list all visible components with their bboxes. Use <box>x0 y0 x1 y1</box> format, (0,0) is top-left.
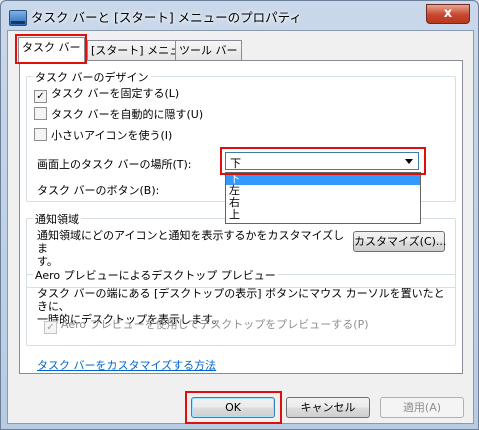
chevron-down-icon <box>405 159 413 164</box>
notification-group-title: 通知領域 <box>33 211 81 227</box>
notification-description: 通知領域にどのアイコンと通知を表示するかをカスタマイズしま す。 <box>37 229 345 268</box>
location-option[interactable]: 下 <box>226 173 420 185</box>
ok-button[interactable]: OK <box>191 397 275 418</box>
small-icons-checkbox[interactable]: 小さいアイコンを使う(I) <box>34 128 172 142</box>
lock-taskbar-label: タスク バーを固定する(L) <box>51 87 180 100</box>
tab-taskbar-label: タスク バー <box>22 41 81 54</box>
location-option[interactable]: 左 <box>226 185 420 197</box>
close-icon: x <box>443 6 453 21</box>
customize-taskbar-help-link[interactable]: タスク バーをカスタマイズする方法 <box>37 357 216 373</box>
location-label: 画面上のタスク バーの場所(T): <box>37 158 192 171</box>
tab-toolbars-label: ツール バー <box>179 44 238 57</box>
dialog-client: タスク バー [スタート] メニュー ツール バー タスク バーのデザイン ✓ タ… <box>7 30 474 424</box>
tab-taskbar[interactable]: タスク バー <box>18 37 85 62</box>
location-select-value: 下 <box>230 157 241 170</box>
customize-notifications-button[interactable]: カスタマイズ(C)... <box>353 231 446 252</box>
properties-window: タスク バーと [スタート] メニューのプロパティ x タスク バー [スタート… <box>0 0 479 430</box>
autohide-label: タスク バーを自動的に隠す(U) <box>51 108 204 121</box>
location-option[interactable]: 右 <box>226 197 420 209</box>
taskbar-app-icon <box>9 10 27 26</box>
aero-peek-checkbox[interactable]: ✓ Aero プレビューを使用してデスクトップをプレビューする(P) <box>44 318 369 334</box>
lock-taskbar-checkbox[interactable]: ✓ タスク バーを固定する(L) <box>34 87 180 103</box>
title-bar[interactable]: タスク バーと [スタート] メニューのプロパティ x <box>1 1 478 31</box>
buttons-label: タスク バーのボタン(B): <box>37 184 160 197</box>
location-select[interactable]: 下 <box>225 152 419 170</box>
location-dropdown-list: 下 左 右 上 <box>225 172 421 224</box>
aero-peek-check-icon: ✓ <box>44 321 57 334</box>
lock-taskbar-check-icon: ✓ <box>34 90 47 103</box>
location-option[interactable]: 上 <box>226 209 420 221</box>
aero-peek-label: Aero プレビューを使用してデスクトップをプレビューする(P) <box>61 318 369 331</box>
appearance-group-title: タスク バーのデザイン <box>33 69 151 85</box>
tab-panel: タスク バーのデザイン ✓ タスク バーを固定する(L) タスク バーを自動的に隠… <box>19 60 463 374</box>
window-title: タスク バーと [スタート] メニューのプロパティ <box>31 10 302 25</box>
cancel-button[interactable]: キャンセル <box>286 397 370 418</box>
small-icons-label: 小さいアイコンを使う(I) <box>51 129 173 142</box>
tab-toolbars[interactable]: ツール バー <box>175 40 242 61</box>
autohide-checkbox[interactable]: タスク バーを自動的に隠す(U) <box>34 107 203 121</box>
apply-button[interactable]: 適用(A) <box>380 397 464 418</box>
aero-group-title: Aero プレビューによるデスクトップ プレビュー <box>33 267 278 283</box>
close-button[interactable]: x <box>426 4 470 24</box>
